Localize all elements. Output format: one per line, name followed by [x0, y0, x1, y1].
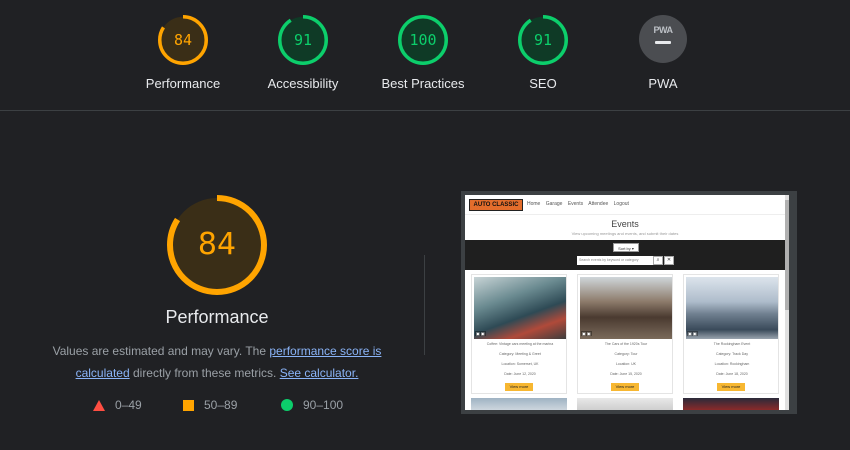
legend-range: 0–49 [115, 398, 142, 412]
gauge-pwa[interactable]: PWA PWA [608, 15, 718, 91]
site-search-input: Search events by keyword or category [577, 256, 653, 265]
event-category: Category: Meeting & Greet [499, 352, 541, 356]
fail-triangle-icon [93, 399, 105, 411]
gauge-ring: 84 [158, 15, 208, 65]
section-divider [424, 255, 425, 355]
view-more-button: View more [717, 383, 745, 391]
event-card: ▣ ▣ Coffee: Vintage cars meeting at the … [471, 274, 567, 394]
event-category: Category: Tour [614, 352, 638, 356]
event-card-partial [471, 398, 567, 410]
site-sort-button: Sort by ▾ [613, 243, 639, 252]
performance-gauge-large: 84 [167, 195, 267, 295]
gauge-score: 84 [173, 31, 193, 49]
site-search-icon: ⌕ [653, 256, 663, 265]
average-square-icon [183, 399, 194, 411]
pwa-badge-text: PWA [653, 25, 673, 35]
legend-average: 50–89 [183, 398, 237, 412]
legend-pass: 90–100 [281, 398, 343, 412]
score-summary-bar: 84 Performance 91 Accessibility 100 Best… [0, 0, 850, 111]
event-category: Category: Track Day [716, 352, 748, 356]
gauge-label: Best Practices [381, 76, 465, 91]
gauge-seo[interactable]: 91 SEO [488, 15, 598, 91]
event-image [474, 277, 566, 339]
event-location: Location: UK [615, 362, 637, 366]
event-title: Coffee: Vintage cars meeting at the mari… [486, 342, 554, 346]
description-middle: directly from these metrics. [129, 366, 280, 380]
site-logo: AUTO CLASSIC [469, 199, 523, 211]
site-page-subtitle: View upcoming meetings and events, and s… [571, 231, 679, 236]
gauge-label: Accessibility [267, 76, 339, 91]
event-image [686, 277, 778, 339]
site-page-title: Events [611, 219, 639, 229]
event-title: The Rockingham Event [713, 342, 751, 346]
performance-description: Values are estimated and may vary. The p… [40, 340, 394, 384]
final-screenshot[interactable]: AUTO CLASSIC Home Garage Events Attendee… [461, 191, 797, 414]
event-date: Date: June 18, 2020 [716, 372, 748, 376]
screenshot-viewport: AUTO CLASSIC Home Garage Events Attendee… [465, 195, 789, 410]
site-clear-icon: ✕ [664, 256, 674, 265]
gauge-score: 100 [409, 31, 437, 49]
nav-link: Logout [613, 201, 629, 207]
nav-link: Home [527, 201, 541, 207]
gauge-ring: 100 [398, 15, 448, 65]
event-meta-icons: ▣ ▣ [475, 331, 486, 336]
gauge-accessibility[interactable]: 91 Accessibility [248, 15, 358, 91]
pwa-dash [655, 41, 671, 44]
view-more-button: View more [611, 383, 639, 391]
pwa-badge-icon: PWA [639, 15, 687, 63]
event-meta-icons: ▣ ▣ [687, 331, 698, 336]
gauge-label: Performance [145, 76, 221, 91]
gauge-ring: 91 [518, 15, 568, 65]
gauge-ring: 91 [278, 15, 328, 65]
event-date: Date: June 15, 2020 [610, 372, 642, 376]
gauge-label: SEO [529, 76, 557, 91]
site-navbar: AUTO CLASSIC Home Garage Events Attendee… [465, 195, 785, 215]
gauge-score: 91 [533, 31, 553, 49]
scrollbar-thumb [785, 200, 789, 310]
event-card-partial [577, 398, 673, 410]
event-meta-icons: ▣ ▣ [581, 331, 592, 336]
event-date: Date: June 12, 2020 [504, 372, 536, 376]
view-more-button: View more [505, 383, 533, 391]
screenshot-scrollbar [785, 195, 789, 410]
event-image [580, 277, 672, 339]
description-prefix: Values are estimated and may vary. The [52, 344, 270, 358]
see-calculator-link[interactable]: See calculator. [280, 366, 359, 380]
legend-range: 50–89 [204, 398, 238, 412]
performance-score: 84 [197, 227, 237, 262]
event-location: Location: Rockingham [714, 362, 750, 366]
gauge-performance[interactable]: 84 Performance [128, 15, 238, 91]
site-filter-bar: Sort by ▾ Search events by keyword or ca… [465, 240, 785, 270]
nav-link: Events [567, 201, 584, 207]
event-card-partial [683, 398, 779, 410]
performance-title: Performance [165, 307, 269, 327]
legend-fail: 0–49 [93, 398, 142, 412]
event-location: Location: Somerset, UK [501, 362, 539, 366]
nav-link: Garage [545, 201, 563, 207]
legend-range: 90–100 [303, 398, 344, 412]
pass-circle-icon [281, 399, 293, 411]
gauge-best-practices[interactable]: 100 Best Practices [368, 15, 478, 91]
event-card: ▣ ▣ The Cars of the 1920s Tour Category:… [577, 274, 673, 394]
site-nav-links: Home Garage Events Attendee Logout [527, 201, 633, 207]
event-title: The Cars of the 1920s Tour [604, 342, 648, 346]
gauge-label: PWA [648, 76, 678, 91]
nav-link: Attendee [588, 201, 609, 207]
gauge-score: 91 [293, 31, 313, 49]
event-card: ▣ ▣ The Rockingham Event Category: Track… [683, 274, 779, 394]
